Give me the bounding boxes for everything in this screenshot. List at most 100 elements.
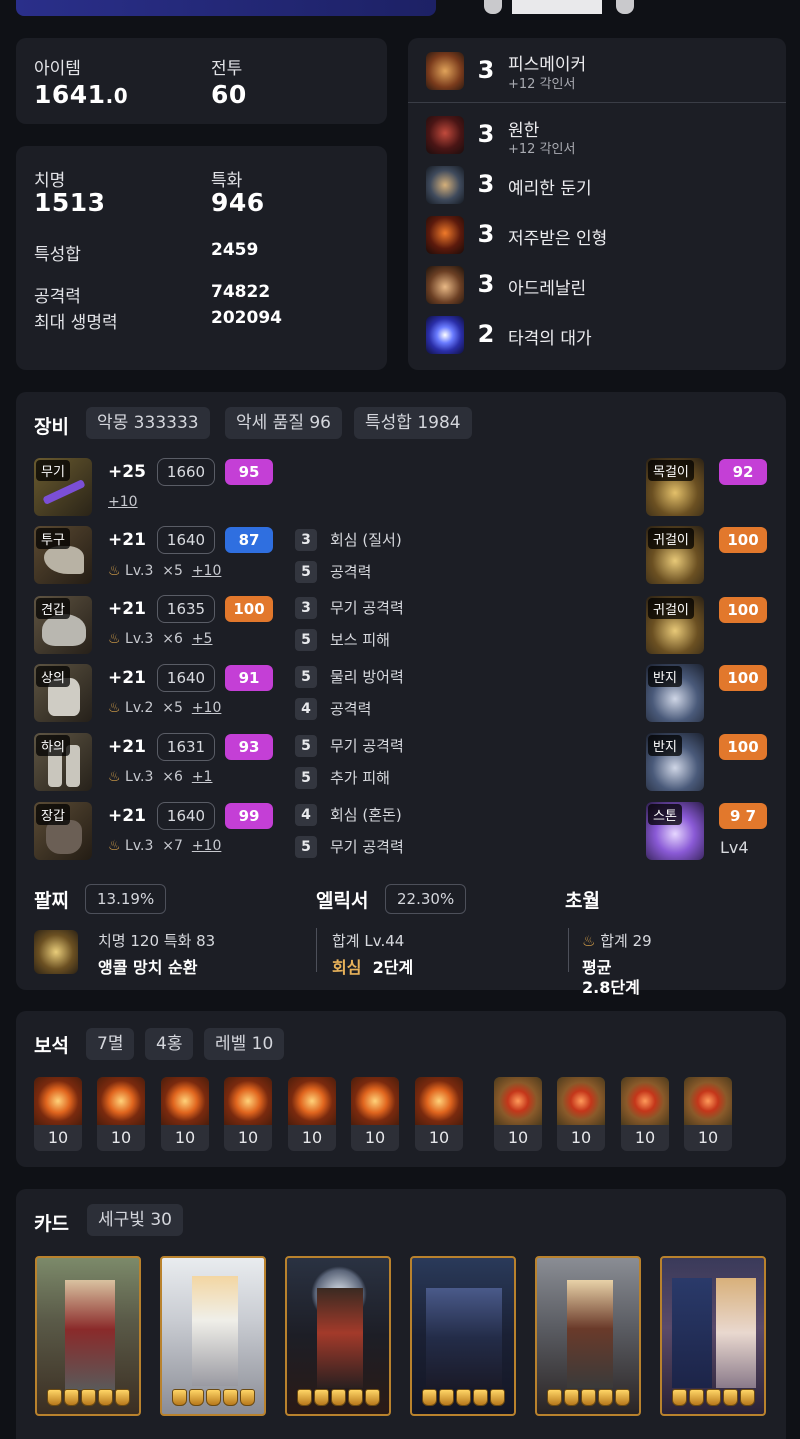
max-hp-label: 최대 생명력 <box>34 313 118 333</box>
option-name: 공격력 <box>330 700 372 718</box>
gem-slot[interactable]: 10 <box>557 1077 605 1151</box>
card-item[interactable] <box>535 1256 641 1416</box>
pants-slot[interactable]: 하의 <box>34 733 92 791</box>
honing-level: +21 <box>108 737 146 757</box>
option-name: 회심 (질서) <box>330 531 402 549</box>
cards-title: 카드 <box>34 1213 69 1235</box>
elixir-meta: ♨ Lv.3 ×7 +10 <box>108 838 222 854</box>
card-item[interactable] <box>410 1256 516 1416</box>
ring-slot[interactable]: 반지 <box>646 664 704 722</box>
option-name: 추가 피해 <box>330 769 390 787</box>
quality-badge: 100 <box>719 665 767 691</box>
acc-quality-chip: 악세 품질 96 <box>225 407 342 439</box>
slot-tag: 투구 <box>36 528 70 549</box>
gem-slot[interactable]: 10 <box>288 1077 336 1151</box>
gem-chip: 레벨 10 <box>204 1028 285 1060</box>
elixir-meta: ♨ Lv.3 ×6 +1 <box>108 769 213 785</box>
bracelet-chip: 13.19% <box>85 884 167 914</box>
bracelet-effects: 앵콜 망치 순환 <box>98 958 198 977</box>
card-item[interactable] <box>160 1256 266 1416</box>
equipment-card: 장비 악몽 333333 악세 품질 96 특성합 1984 무기 +25 16… <box>16 392 786 997</box>
weapon-slot[interactable]: 무기 <box>34 458 92 516</box>
option-level: 4 <box>295 698 317 720</box>
engraving-name: 타격의 대가 <box>508 329 592 349</box>
card-item[interactable] <box>660 1256 766 1416</box>
gem-icon <box>224 1077 272 1125</box>
gem-level: 10 <box>110 1128 132 1147</box>
option-name: 물리 방어력 <box>330 668 404 686</box>
gem-slot[interactable]: 10 <box>494 1077 542 1151</box>
honing-level: +21 <box>108 806 146 826</box>
option-level: 5 <box>295 735 317 757</box>
adrenaline-icon <box>426 266 464 304</box>
gem-level: 10 <box>364 1128 386 1147</box>
quality-badge: 93 <box>225 734 273 760</box>
grudge-icon <box>426 116 464 154</box>
attack-label: 공격력 <box>34 287 81 307</box>
engraving-book: +12 각인서 <box>508 77 576 92</box>
honing-level: +21 <box>108 530 146 550</box>
engraving-name: 피스메이커 <box>508 55 587 75</box>
stone-slot[interactable]: 스톤 <box>646 802 704 860</box>
gem-level: 10 <box>174 1128 196 1147</box>
quality-badge: 100 <box>719 597 767 623</box>
shoulder-slot[interactable]: 견갑 <box>34 596 92 654</box>
gem-icon <box>557 1077 605 1125</box>
combat-level-value: 60 <box>211 80 247 109</box>
gem-icon <box>684 1077 732 1125</box>
awakening-gems <box>172 1389 255 1406</box>
item-level-box: 1635 <box>157 595 215 623</box>
elixir-total: 합계 Lv.44 <box>332 932 405 950</box>
gem-slot[interactable]: 10 <box>351 1077 399 1151</box>
gloves-slot[interactable]: 장갑 <box>34 802 92 860</box>
option-name: 무기 공격력 <box>330 737 404 755</box>
gem-chip: 4홍 <box>145 1028 194 1060</box>
gems-card: 보석 7멸 4홍 레벨 10 10 10 10 10 10 10 10 10 1… <box>16 1011 786 1167</box>
option-name: 보스 피해 <box>330 631 390 649</box>
gem-slot[interactable]: 10 <box>161 1077 209 1151</box>
option-name: 공격력 <box>330 563 372 581</box>
gem-slot[interactable]: 10 <box>684 1077 732 1151</box>
flame-icon: ♨ <box>108 769 121 785</box>
gem-icon <box>288 1077 336 1125</box>
divider <box>316 928 317 972</box>
gem-slot[interactable]: 10 <box>34 1077 82 1151</box>
gem-icon <box>161 1077 209 1125</box>
ring-slot[interactable]: 반지 <box>646 733 704 791</box>
gem-slot[interactable]: 10 <box>415 1077 463 1151</box>
honing-level: +21 <box>108 599 146 619</box>
option-level: 3 <box>295 597 317 619</box>
chest-slot[interactable]: 상의 <box>34 664 92 722</box>
slot-tag: 무기 <box>36 460 70 481</box>
gem-slot[interactable]: 10 <box>224 1077 272 1151</box>
earring-slot[interactable]: 귀걸이 <box>646 596 704 654</box>
option-level: 5 <box>295 666 317 688</box>
gem-slot[interactable]: 10 <box>97 1077 145 1151</box>
flame-icon: ♨ <box>108 838 121 854</box>
gem-icon <box>494 1077 542 1125</box>
flame-icon: ♨ <box>108 700 121 716</box>
honing-level: +21 <box>108 668 146 688</box>
bracelet-icon[interactable] <box>34 930 78 974</box>
earring-slot[interactable]: 귀걸이 <box>646 526 704 584</box>
necklace-slot[interactable]: 목걸이 <box>646 458 704 516</box>
awakening-gems <box>297 1389 380 1406</box>
quality-badge: 95 <box>225 459 273 485</box>
slot-tag: 견갑 <box>36 598 70 619</box>
spec-value: 946 <box>211 188 265 217</box>
equipment-title: 장비 <box>34 416 69 438</box>
awakening-gems <box>422 1389 505 1406</box>
hit-master-icon <box>426 316 464 354</box>
option-name: 무기 공격력 <box>330 599 404 617</box>
divider <box>568 928 569 972</box>
card-item[interactable] <box>285 1256 391 1416</box>
quality-badge: 91 <box>225 665 273 691</box>
bracelet-stats: 치명 120 특화 83 <box>98 932 216 950</box>
slot-tag: 하의 <box>36 735 70 756</box>
option-name: 무기 공격력 <box>330 838 404 856</box>
card-item[interactable] <box>35 1256 141 1416</box>
helmet-slot[interactable]: 투구 <box>34 526 92 584</box>
card-set-chip: 세구빛 30 <box>87 1204 183 1236</box>
gem-slot[interactable]: 10 <box>621 1077 669 1151</box>
gem-icon <box>621 1077 669 1125</box>
